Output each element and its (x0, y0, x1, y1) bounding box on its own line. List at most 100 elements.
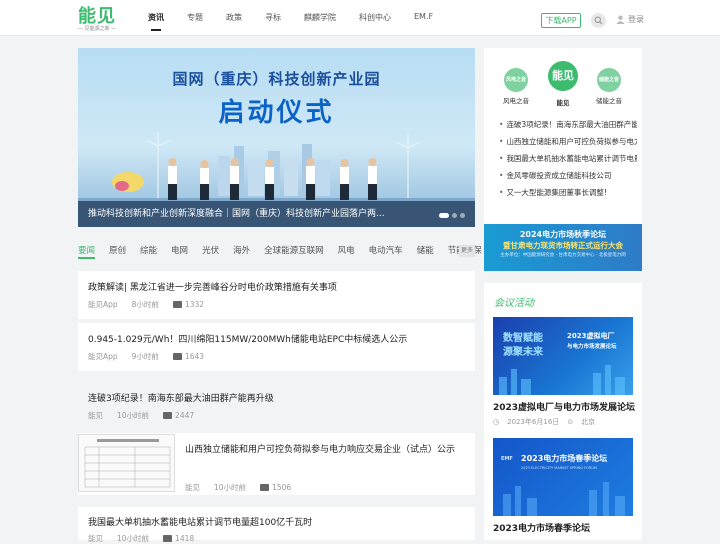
banner-stage-subtitle: 启动仪式 (218, 98, 335, 128)
article-title[interactable]: 山西独立储能和用户可控负荷拟参与电力响应交易企业（试点）公示 (185, 442, 455, 455)
tab-headlines[interactable]: 要闻 (78, 244, 96, 260)
storage-channel-label: 储能之音 (596, 97, 622, 105)
article-time: 10小时前 (214, 483, 247, 492)
sidebar-news-link[interactable]: 我国最大单机抽水蓄能电站累计调节电量超100亿 (499, 153, 637, 164)
sidebar-news-link[interactable]: 又一大型能源集团董事长调整! (499, 187, 637, 198)
account-circles: 风电之音 能见 储能之音 风电之音 能见 储能之音 (484, 61, 642, 112)
view-count-icon (260, 484, 270, 491)
tab-grid[interactable]: 电网 (171, 244, 188, 260)
carousel-dot[interactable] (460, 213, 465, 218)
view-count: 1332 (184, 300, 205, 309)
article-card[interactable]: 政策解读| 黑龙江省进一步完善峰谷分时电价政策措施有关事项 能见App 8小时前… (78, 271, 475, 319)
main-nav: 资讯 专题 政策 寻标 麒麟学院 科创中心 EM.F (148, 12, 456, 31)
tab-wind[interactable]: 风电 (338, 244, 355, 260)
logo-slogan: — 见能源之新 — (78, 26, 117, 32)
view-count-icon (172, 301, 182, 308)
tab-original[interactable]: 原创 (109, 244, 126, 260)
download-app-button[interactable]: 下载APP (541, 13, 581, 28)
meeting-image-slogan1: 数智赋能 (503, 333, 543, 344)
tab-integrated-energy[interactable]: 综能 (140, 244, 157, 260)
meeting-name[interactable]: 2023虚拟电厂与电力市场发展论坛 (493, 400, 635, 413)
emf-logo: EMF (501, 456, 513, 462)
search-button[interactable] (591, 13, 606, 28)
hero-carousel[interactable]: 国网（重庆）科技创新产业园 启动仪式 推动科技创新和产业创新深度融合｜国网（重庆… (78, 48, 475, 227)
logo-text: 能见 (78, 6, 116, 27)
wind-channel-badge: 风电之音 (505, 77, 526, 83)
article-count: 1506 (260, 483, 291, 492)
forum-ad-title: 2024电力市场秋季论坛 (519, 230, 607, 239)
article-time: 9小时前 (131, 352, 159, 361)
article-card[interactable]: 0.945-1.029元/Wh！四川绵阳115MW/200MWh储能电站EPC中… (78, 323, 475, 371)
tab-solar[interactable]: 光伏 (202, 244, 219, 260)
article-source: 能见App (88, 352, 118, 361)
article-meta: 能见App 9小时前 1643 (88, 351, 218, 362)
meeting-image-decoration (503, 482, 625, 516)
meeting-image-title2: 与电力市场发展论坛 (567, 344, 617, 350)
article-meta: 能见 10小时前 1418 (88, 533, 208, 544)
meeting-name[interactable]: 2023电力市场春季论坛 (493, 521, 590, 534)
clock-icon: ◷ (493, 418, 500, 426)
tab-global-interconnect[interactable]: 全球能源互联网 (264, 244, 324, 260)
article-title[interactable]: 政策解读| 黑龙江省进一步完善峰谷分时电价政策措施有关事项 (88, 280, 337, 293)
sidebar-news-link[interactable]: 山西独立储能和用户可控负荷拟参与电力响应交易 (499, 136, 637, 147)
article-source: 能见App (88, 300, 118, 309)
article-meta: 能见 10小时前 1506 (185, 482, 305, 493)
wind-channel-avatar[interactable]: 风电之音 (504, 68, 528, 92)
carousel-dot[interactable] (452, 213, 457, 218)
tab-overseas[interactable]: 海外 (233, 244, 250, 260)
article-card[interactable]: 连破3项纪录！南海东部最大油田群产能再升级 能见 10小时前 2447 (78, 383, 475, 423)
nav-innovation[interactable]: 科创中心 (359, 12, 391, 23)
storage-channel-badge: 储能之音 (598, 77, 619, 83)
article-card[interactable]: 我国最大单机抽水蓄能电站累计调节电量超100亿千瓦时 能见 10小时前 1418 (78, 507, 475, 543)
location-icon: ⊙ (567, 418, 574, 426)
meeting-image-title1: 2023虚拟电厂 (567, 332, 615, 340)
login-label: 登录 (628, 15, 644, 24)
forum-ad-subtitle: 暨甘肃电力现货市场转正式运行大会 (503, 241, 623, 250)
nav-news[interactable]: 资讯 (148, 12, 164, 31)
meeting-image-title2: 2023 ELECTRICITY MARKET SPRING FORUM (521, 466, 597, 470)
view-count: 1418 (175, 534, 195, 543)
nengjian-avatar[interactable]: 能见 (548, 61, 578, 91)
tab-storage[interactable]: 储能 (417, 244, 434, 260)
article-count: 2447 (163, 411, 194, 420)
article-card-with-thumb[interactable]: 山西独立储能和用户可控负荷拟参与电力响应交易企业（试点）公示 能见 10小时前 … (78, 433, 475, 495)
article-title[interactable]: 连破3项纪录！南海东部最大油田群产能再升级 (88, 391, 274, 404)
login-link[interactable]: 登录 (616, 14, 644, 25)
meeting-image[interactable]: 数智赋能 源聚未来 2023虚拟电厂 与电力市场发展论坛 (493, 317, 633, 395)
more-categories-button[interactable]: 更多 (459, 245, 475, 257)
search-icon (594, 16, 603, 25)
nav-bids[interactable]: 寻标 (265, 12, 281, 23)
sidebar-news-link[interactable]: 连破3项纪录！南海东部最大油田群产能再升级 (499, 119, 637, 130)
tab-ev[interactable]: 电动汽车 (369, 244, 403, 260)
meeting-date: 2023年6月16日 (507, 418, 560, 426)
article-source: 能见 (185, 483, 200, 492)
meeting-image-skyline (499, 365, 625, 395)
meeting-image[interactable]: EMF 2023电力市场春季论坛 2023 ELECTRICITY MARKET… (493, 438, 633, 516)
article-title[interactable]: 0.945-1.029元/Wh！四川绵阳115MW/200MWh储能电站EPC中… (88, 332, 407, 345)
user-icon (616, 15, 625, 24)
nav-emf[interactable]: EM.F (414, 12, 433, 23)
article-time: 8小时前 (131, 300, 159, 309)
article-title[interactable]: 我国最大单机抽水蓄能电站累计调节电量超100亿千瓦时 (88, 515, 312, 528)
storage-channel-avatar[interactable]: 储能之音 (597, 68, 621, 92)
article-time: 10小时前 (117, 411, 150, 420)
nav-topics[interactable]: 专题 (187, 12, 203, 23)
article-source: 能见 (88, 411, 103, 420)
view-count: 2447 (175, 411, 195, 420)
forum-ad-banner[interactable]: 2024电力市场秋季论坛 暨甘肃电力现货市场转正式运行大会 主办单位：中国能源研… (484, 224, 642, 271)
article-source: 能见 (88, 534, 103, 543)
nengjian-badge: 能见 (552, 69, 574, 82)
meetings-panel: 会议活动 数智赋能 源聚未来 2023虚拟电厂 与电力市场发展论坛 2023虚拟… (484, 283, 642, 540)
article-thumbnail[interactable] (78, 434, 175, 492)
meeting-image-slogan2: 源聚未来 (503, 347, 543, 358)
meeting-city: 北京 (581, 418, 596, 426)
carousel-dots (436, 213, 465, 218)
view-count: 1506 (272, 483, 292, 492)
carousel-dot-active[interactable] (439, 213, 449, 218)
banner-caption[interactable]: 推动科技创新和产业创新深度融合｜国网（重庆）科技创新产业园落户两... (78, 201, 475, 227)
view-count-icon (163, 412, 173, 419)
nav-academy[interactable]: 麒麟学院 (304, 12, 336, 23)
site-logo[interactable]: 能见 — 见能源之新 — (78, 8, 120, 34)
sidebar-news-link[interactable]: 金风零碳投资成立储能科技公司 (499, 170, 637, 181)
nav-policy[interactable]: 政策 (226, 12, 242, 23)
